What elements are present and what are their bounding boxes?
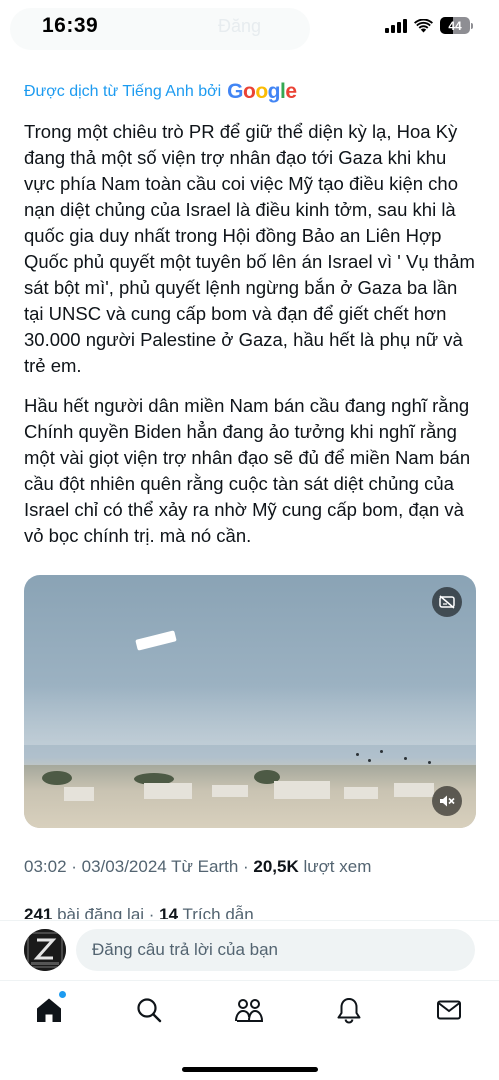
avatar[interactable] [24,929,66,971]
status-icons: 44 [385,17,473,34]
airdrop-banner [135,630,177,651]
status-bar: Đăng 16:39 44 [0,0,499,56]
tweet-timestamp[interactable]: 03:02 · 03/03/2024 Từ Earth · [24,857,253,876]
ghost-header-text: Đăng [218,16,262,36]
battery-icon: 44 [440,17,470,34]
tab-bar [0,980,499,1080]
tab-messages[interactable] [434,995,464,1025]
status-time: 16:39 [42,14,99,37]
engagement-stats[interactable]: 241 bài đăng lại · 14 Trích dẫn [24,905,254,919]
quote-count: 14 [159,905,179,919]
reply-input[interactable]: Đăng câu trả lời của bạn [76,929,475,971]
avatar-image [24,929,66,971]
reply-bar: Đăng câu trả lời của bạn [0,920,499,980]
tweet-meta: 03:02 · 03/03/2024 Từ Earth · 20,5K lượt… [24,857,371,877]
battery-level: 44 [448,18,462,33]
search-icon [137,998,162,1023]
tweet-paragraph-1: Trong một chiêu trò PR để giữ thể diện k… [24,121,475,376]
tweet-video[interactable] [24,575,476,828]
tweet-paragraph-2: Hầu hết người dân miền Nam bán cầu đang … [24,395,471,546]
translation-label: Được dịch từ Tiếng Anh bởi [24,83,222,100]
home-icon [37,998,61,1022]
cellular-signal-icon [385,18,407,33]
wifi-icon [414,18,433,32]
translation-attribution[interactable]: Được dịch từ Tiếng Anh bởi Google [24,80,297,104]
tab-home[interactable] [34,991,66,1025]
video-settings-button[interactable] [432,587,462,617]
messages-icon [437,1000,461,1020]
tab-communities[interactable] [234,995,264,1025]
tab-search[interactable] [134,995,164,1025]
repost-label: bài đăng lại · [52,905,160,919]
mute-button[interactable] [432,786,462,816]
view-count: 20,5K [253,857,299,876]
speaker-muted-icon [440,795,455,807]
view-label: lượt xem [298,857,372,876]
notification-dot [59,991,66,998]
repost-count: 241 [24,905,53,919]
subtitles-off-icon [439,595,455,609]
quote-label: Trích dẫn [178,905,254,919]
communities-icon [235,999,264,1022]
tab-notifications[interactable] [334,995,364,1025]
home-indicator [182,1067,318,1072]
google-logo: Google [227,80,297,103]
notifications-icon [337,998,361,1024]
